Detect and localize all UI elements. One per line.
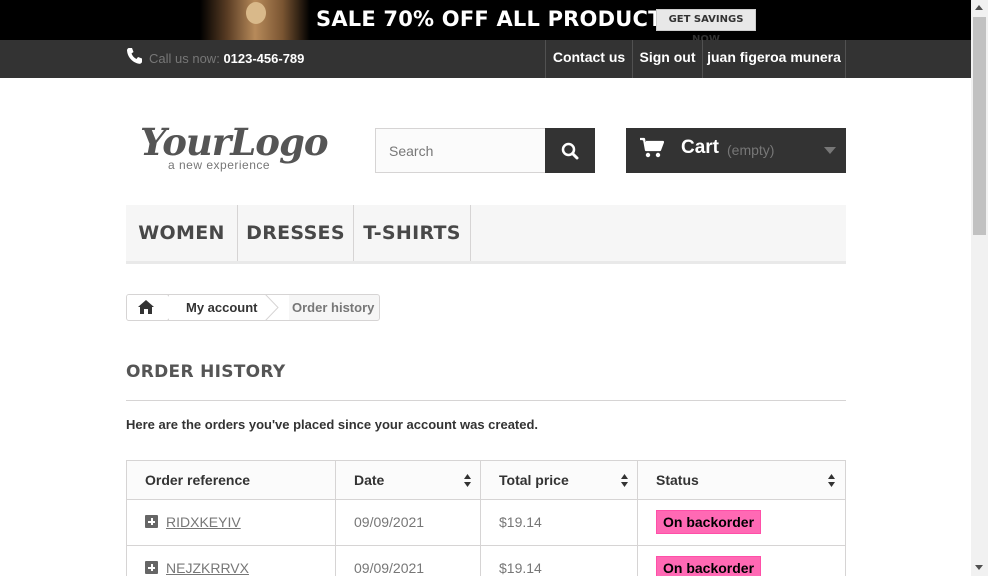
sort-icon <box>464 474 471 487</box>
main-menu: WOMEN DRESSES T-SHIRTS <box>126 205 846 264</box>
breadcrumb: My account Order history <box>126 294 380 321</box>
call-us-text: Call us now: 0123-456-789 <box>149 51 304 66</box>
contact-us-link[interactable]: Contact us <box>545 40 632 78</box>
order-date: 09/09/2021 <box>354 514 425 530</box>
table-row-date-cell: 09/09/2021 <box>335 499 481 546</box>
page-title: ORDER HISTORY <box>126 362 846 401</box>
breadcrumb-my-account-label: My account <box>186 300 258 315</box>
status-badge: On backorder <box>656 556 761 576</box>
sign-out-link[interactable]: Sign out <box>632 40 702 78</box>
page-scrollbar[interactable] <box>971 0 988 576</box>
search-button[interactable] <box>545 128 595 173</box>
promo-banner[interactable]: SALE 70% OFF ALL PRODUCTS GET SAVINGS NO… <box>0 0 971 45</box>
breadcrumb-home[interactable] <box>127 295 167 320</box>
order-total: $19.14 <box>499 560 542 576</box>
scrollbar-thumb[interactable] <box>973 17 986 235</box>
menu-item-dresses[interactable]: DRESSES <box>238 205 354 261</box>
home-icon <box>138 300 154 314</box>
call-label: Call us now: <box>149 51 220 66</box>
scroll-up-arrow-icon[interactable] <box>975 5 983 10</box>
phone-icon <box>127 48 142 64</box>
account-user-link[interactable]: juan figeroa munera <box>702 40 846 78</box>
order-date: 09/09/2021 <box>354 560 425 576</box>
table-row-date-cell: 09/09/2021 <box>335 545 481 576</box>
column-label: Total price <box>499 472 569 488</box>
status-badge: On backorder <box>656 510 761 534</box>
table-row-total-cell: $19.14 <box>480 499 638 546</box>
menu-item-tshirts[interactable]: T-SHIRTS <box>354 205 471 261</box>
order-reference-link[interactable]: RIDXKEYIV <box>166 514 241 530</box>
cart-status: (empty) <box>727 142 775 158</box>
breadcrumb-separator <box>265 295 279 320</box>
column-header-status[interactable]: Status <box>637 460 846 500</box>
expand-plus-icon[interactable] <box>145 561 158 574</box>
table-row-status-cell: On backorder <box>637 545 846 576</box>
promo-text: SALE 70% OFF ALL PRODUCTS <box>316 7 678 31</box>
intro-text: Here are the orders you've placed since … <box>126 417 539 432</box>
scroll-down-arrow-icon[interactable] <box>975 565 983 570</box>
column-label: Status <box>656 472 699 488</box>
search-icon <box>561 142 579 160</box>
get-savings-button[interactable]: GET SAVINGS NOW <box>656 9 756 45</box>
menu-item-women[interactable]: WOMEN <box>126 205 238 261</box>
column-label: Order reference <box>145 472 251 488</box>
sort-icon <box>828 474 835 487</box>
sort-icon <box>621 474 628 487</box>
table-row-status-cell: On backorder <box>637 499 846 546</box>
expand-plus-icon[interactable] <box>145 515 158 528</box>
column-header-order-reference[interactable]: Order reference <box>126 460 336 500</box>
shopping-cart-icon <box>640 137 664 158</box>
table-row-reference-cell: NEJZKRRVX <box>126 545 336 576</box>
breadcrumb-current: Order history <box>292 300 375 315</box>
table-row-total-cell: $19.14 <box>480 545 638 576</box>
order-total: $19.14 <box>499 514 542 530</box>
column-header-date[interactable]: Date <box>335 460 481 500</box>
column-label: Date <box>354 472 385 488</box>
phone-number: 0123-456-789 <box>223 51 305 66</box>
cart-button[interactable]: Cart (empty) <box>626 128 846 173</box>
column-header-total-price[interactable]: Total price <box>480 460 638 500</box>
cart-label: Cart <box>681 137 720 158</box>
chevron-down-icon <box>824 147 836 154</box>
site-logo[interactable]: YourLogo a new experience <box>140 120 329 180</box>
order-reference-link[interactable]: NEJZKRRVX <box>166 560 249 576</box>
search-input[interactable] <box>375 128 545 173</box>
top-nav: Call us now: 0123-456-789 Contact us Sig… <box>0 40 971 78</box>
logo-tagline: a new experience <box>168 158 271 172</box>
promo-model-image <box>200 0 310 40</box>
table-row-reference-cell: RIDXKEYIV <box>126 499 336 546</box>
